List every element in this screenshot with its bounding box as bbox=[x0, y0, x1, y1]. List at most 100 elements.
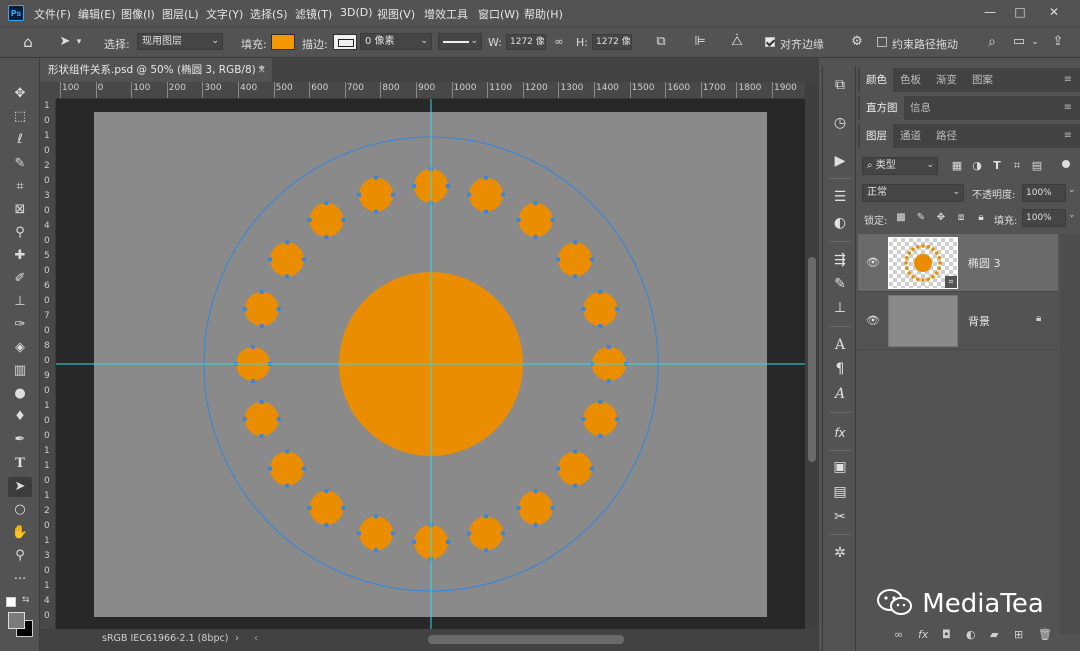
tab-swatches[interactable]: 色板 bbox=[894, 68, 927, 92]
document-tab[interactable]: 形状组件关系.psd @ 50% (椭圆 3, RGB/8) * × bbox=[40, 58, 272, 82]
status-menu-arrow-icon[interactable]: › bbox=[235, 633, 239, 644]
styles-fx-icon[interactable]: fx bbox=[828, 422, 852, 444]
align-edges-checkbox[interactable] bbox=[765, 37, 775, 47]
layer-filter-dropdown[interactable]: ⌕ 类型 ⌄ bbox=[862, 157, 938, 175]
visibility-eye-icon[interactable]: 👁︎ bbox=[866, 314, 880, 327]
lasso-tool-icon[interactable]: ℓ bbox=[8, 130, 32, 150]
ruler-corner[interactable] bbox=[40, 82, 56, 99]
pixel-filter-icon[interactable]: ▦ bbox=[950, 158, 964, 174]
vertical-scroll-thumb[interactable] bbox=[808, 257, 816, 462]
menu-filter[interactable]: 滤镜(T) bbox=[295, 6, 332, 22]
navigator-icon[interactable]: ⧉ bbox=[828, 74, 852, 96]
menu-help[interactable]: 帮助(H) bbox=[524, 6, 563, 22]
hand-tool-icon[interactable]: ✋ bbox=[8, 523, 32, 543]
menu-window[interactable]: 窗口(W) bbox=[478, 6, 519, 22]
blend-mode-dropdown[interactable]: 正常 ⌄ bbox=[862, 184, 964, 202]
minimize-button[interactable]: — bbox=[980, 4, 1000, 20]
path-selection-tool-icon[interactable]: ➤ bbox=[8, 477, 32, 497]
maximize-button[interactable]: □ bbox=[1010, 4, 1030, 20]
tab-layers[interactable]: 图层 bbox=[860, 124, 893, 148]
more-tools-icon[interactable]: ··· bbox=[8, 570, 32, 590]
gear-icon[interactable]: ⚙ bbox=[848, 34, 866, 50]
add-mask-icon[interactable]: ◘ bbox=[942, 628, 951, 641]
clone-source-icon[interactable]: ⊥ bbox=[828, 297, 852, 319]
opacity-input[interactable]: 100% bbox=[1022, 184, 1066, 202]
chevron-down-icon[interactable]: ⌄ bbox=[1068, 185, 1076, 195]
link-layers-icon[interactable]: ∞ bbox=[894, 628, 903, 641]
stroke-type-dropdown[interactable]: ⌄ bbox=[438, 33, 482, 50]
actions-play-icon[interactable]: ▶ bbox=[828, 150, 852, 172]
menu-3d[interactable]: 3D(D) bbox=[340, 6, 373, 19]
lock-all-icon[interactable]: 🔒︎ bbox=[974, 210, 988, 226]
marquee-tool-icon[interactable]: ⬚ bbox=[8, 107, 32, 127]
select-dropdown[interactable]: 现用图层 ⌄ bbox=[137, 33, 223, 50]
crop-tool-icon[interactable]: ⌗ bbox=[8, 177, 32, 197]
lock-artboard-icon[interactable]: ⧈ bbox=[954, 210, 968, 226]
blur-tool-icon[interactable]: ● bbox=[8, 384, 32, 404]
horizontal-ruler[interactable]: 100 0 100 200 300 400 500 600 700 800 900 1000 1100 1… bbox=[56, 82, 805, 99]
scroll-left-arrow-icon[interactable]: ‹ bbox=[254, 633, 258, 644]
visibility-eye-icon[interactable]: 👁︎ bbox=[866, 256, 880, 269]
lock-position-icon[interactable]: ✥ bbox=[934, 210, 948, 226]
libraries-icon[interactable]: ▣ bbox=[828, 456, 852, 478]
stamp-tool-icon[interactable]: ⊥ bbox=[8, 292, 32, 312]
pen-tool-icon[interactable]: ✒ bbox=[8, 430, 32, 450]
menu-type[interactable]: 文字(Y) bbox=[206, 6, 243, 22]
path-operations-icon[interactable]: ⧉ bbox=[653, 34, 669, 50]
search-icon[interactable]: ⌕ bbox=[984, 34, 1000, 50]
panel-menu-icon[interactable]: ≡ bbox=[1064, 130, 1072, 141]
eraser-tool-icon[interactable]: ◈ bbox=[8, 338, 32, 358]
dodge-tool-icon[interactable]: ♦ bbox=[8, 407, 32, 427]
constrain-path-checkbox[interactable] bbox=[877, 37, 887, 47]
width-input[interactable]: 1272 像 bbox=[506, 34, 546, 50]
quick-selection-tool-icon[interactable]: ✎ bbox=[8, 154, 32, 174]
tab-patterns[interactable]: 图案 bbox=[966, 68, 999, 92]
history-icon[interactable]: ◷ bbox=[828, 112, 852, 134]
menu-view[interactable]: 视图(V) bbox=[377, 6, 415, 22]
direct-selection-tool-icon[interactable]: ➤ bbox=[58, 34, 72, 50]
tool-preset-chevron-icon[interactable]: ▾ bbox=[74, 34, 84, 50]
panel-menu-icon[interactable]: ≡ bbox=[1064, 74, 1072, 85]
canvas-workspace[interactable] bbox=[56, 99, 805, 629]
paragraph-icon[interactable]: ¶ bbox=[828, 358, 852, 380]
notes-icon[interactable]: ▤ bbox=[828, 481, 852, 503]
menu-image[interactable]: 图像(I) bbox=[121, 6, 155, 22]
layers-scrollbar[interactable] bbox=[1060, 234, 1080, 634]
menu-plugins[interactable]: 增效工具 bbox=[424, 6, 468, 22]
workspace-icon[interactable]: ▭ bbox=[1010, 34, 1028, 50]
tab-color[interactable]: 颜色 bbox=[860, 68, 893, 92]
share-icon[interactable]: ⇪ bbox=[1050, 34, 1066, 50]
lock-transparency-icon[interactable]: ▩ bbox=[894, 210, 908, 226]
new-group-folder-icon[interactable]: ▰ bbox=[990, 628, 998, 641]
brushes-icon[interactable]: ✎ bbox=[828, 273, 852, 295]
fill-opacity-input[interactable]: 100% bbox=[1022, 209, 1066, 227]
path-arrangement-icon[interactable]: ⧊ bbox=[728, 34, 746, 50]
tab-gradients[interactable]: 渐变 bbox=[930, 68, 963, 92]
color-profile-status[interactable]: sRGB IEC61966-2.1 (8bpc) bbox=[102, 633, 228, 644]
ellipse-tool-icon[interactable]: ○ bbox=[8, 500, 32, 520]
eyedropper-tool-icon[interactable]: ⚲ bbox=[8, 223, 32, 243]
new-adjustment-layer-icon[interactable]: ◐ bbox=[966, 628, 976, 641]
close-window-button[interactable]: ✕ bbox=[1044, 4, 1064, 20]
delete-layer-trash-icon[interactable]: 🗑︎ bbox=[1038, 628, 1052, 641]
properties-icon[interactable]: ☰ bbox=[828, 186, 852, 208]
stroke-width-field[interactable]: 0 像素 ⌄ bbox=[360, 33, 432, 50]
healing-brush-tool-icon[interactable]: ✚ bbox=[8, 246, 32, 266]
foreground-color-swatch[interactable] bbox=[8, 612, 25, 629]
adjustments-icon[interactable]: ◐ bbox=[828, 212, 852, 234]
layer-row-ellipse[interactable]: 👁︎ ⌗ 椭圆 3 bbox=[858, 234, 1058, 292]
type-filter-icon[interactable]: T bbox=[990, 158, 1004, 174]
adjustment-filter-icon[interactable]: ◑ bbox=[970, 158, 984, 174]
frame-tool-icon[interactable]: ⊠ bbox=[8, 200, 32, 220]
fill-color-swatch[interactable] bbox=[271, 34, 295, 50]
character-icon[interactable]: A bbox=[828, 334, 852, 356]
lock-pixels-icon[interactable]: ✎ bbox=[914, 210, 928, 226]
move-tool-icon[interactable]: ✥ bbox=[8, 84, 32, 104]
tab-info[interactable]: 信息 bbox=[904, 96, 937, 120]
history-brush-tool-icon[interactable]: ✑ bbox=[8, 315, 32, 335]
workspace-chevron-icon[interactable]: ⌄ bbox=[1030, 34, 1040, 50]
type-tool-icon[interactable]: T bbox=[8, 454, 32, 474]
document-canvas[interactable] bbox=[56, 99, 805, 629]
link-icon[interactable]: ∞ bbox=[551, 34, 567, 50]
layer-row-background[interactable]: 👁︎ 背景 🔒︎ bbox=[858, 292, 1058, 350]
